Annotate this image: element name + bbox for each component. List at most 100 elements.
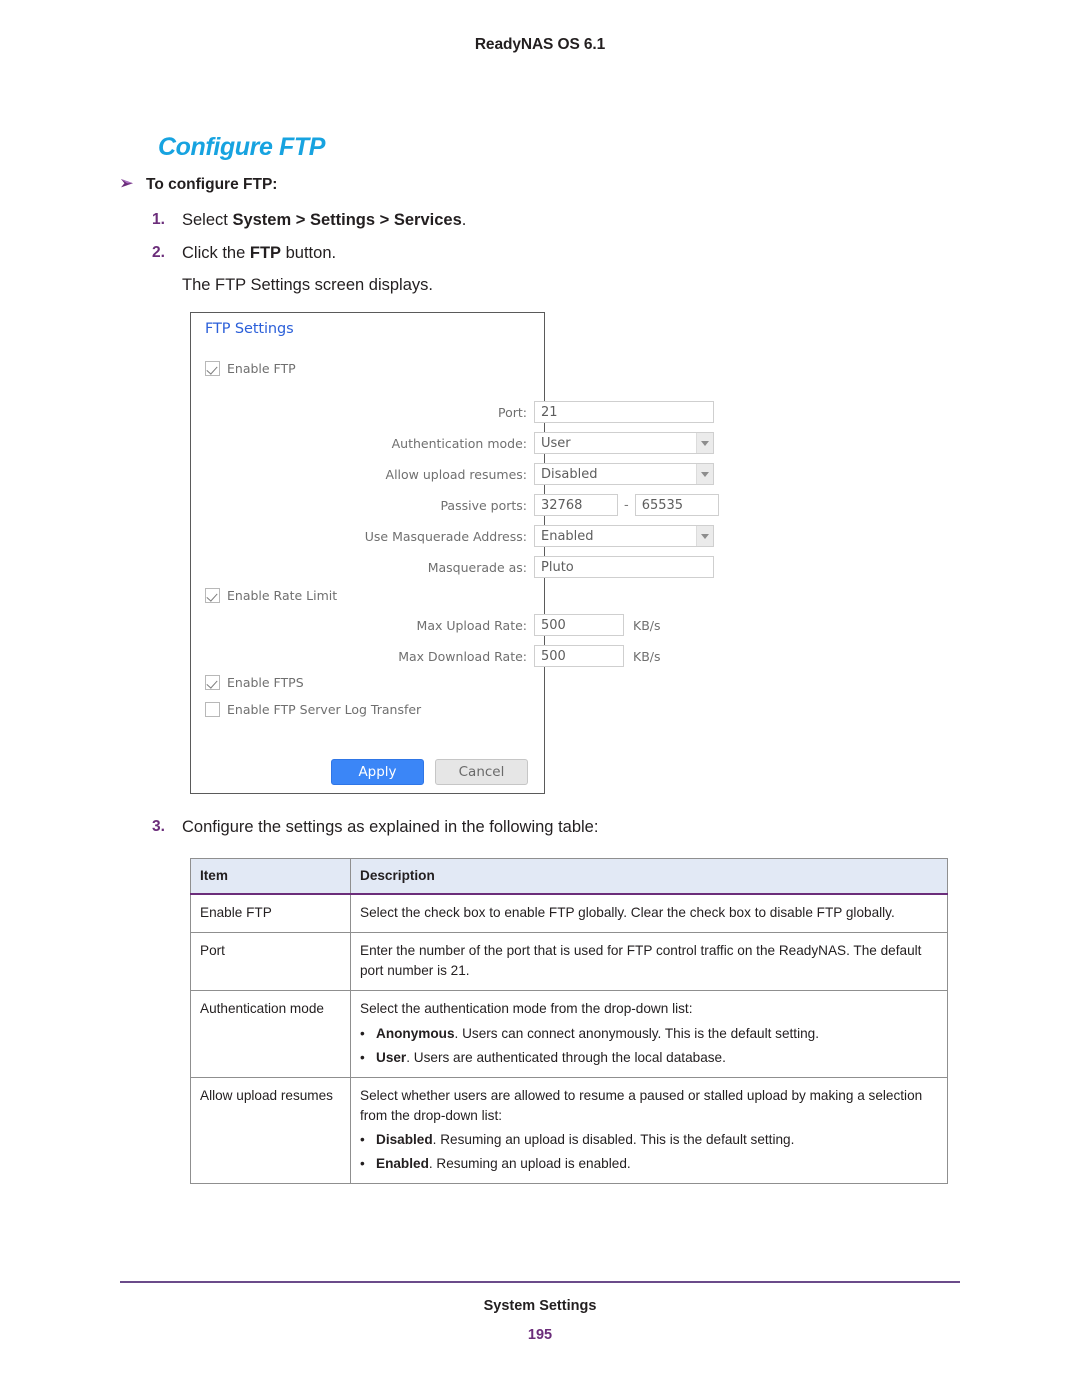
authentication-mode-value: User (541, 435, 571, 451)
enable-ftp-label: Enable FTP (227, 361, 296, 376)
masquerade-as-row: Masquerade as: Pluto (191, 556, 714, 578)
use-masquerade-address-select[interactable]: Enabled (534, 525, 714, 547)
authentication-mode-select[interactable]: User (534, 432, 714, 454)
allow-upload-resumes-value: Disabled (541, 466, 598, 482)
panel-button-row: Apply Cancel (331, 759, 528, 785)
table-row: Allow upload resumes Select whether users… (190, 1076, 948, 1185)
passive-ports-dash: - (624, 497, 629, 513)
port-row: Port: 21 (191, 401, 714, 423)
enable-ftp-server-log-transfer-checkbox-row[interactable]: Enable FTP Server Log Transfer (205, 702, 421, 717)
step-2-bold: FTP (249, 244, 282, 262)
use-masquerade-address-value: Enabled (541, 528, 594, 544)
allow-upload-resumes-row: Allow upload resumes: Disabled (191, 463, 714, 485)
ftp-settings-panel: FTP Settings Enable FTP Port: 21 Authent… (190, 312, 719, 794)
list-item: • User. Users are authenticated through t… (360, 1048, 938, 1068)
table-row: Authentication mode Select the authentica… (190, 990, 948, 1078)
port-label: Port: (498, 404, 527, 420)
step-1-pre: Select (182, 211, 233, 229)
list-item-text: Enabled. Resuming an upload is enabled. (376, 1156, 631, 1172)
description-text: Select the authentication mode from the … (360, 1001, 693, 1017)
max-download-rate-unit: KB/s (633, 648, 661, 664)
max-download-rate-label: Max Download Rate: (398, 648, 527, 664)
allow-upload-resumes-control[interactable]: Disabled (534, 463, 714, 485)
table-header-description: Description (350, 858, 948, 896)
max-upload-rate-input[interactable]: 500 (534, 614, 624, 636)
allow-upload-resumes-select[interactable]: Disabled (534, 463, 714, 485)
enable-rate-limit-checkbox[interactable] (205, 588, 220, 603)
enable-ftp-server-log-transfer-checkbox[interactable] (205, 702, 220, 717)
authentication-mode-row: Authentication mode: User (191, 432, 714, 454)
bullet-icon: • (360, 1025, 365, 1041)
port-input[interactable]: 21 (534, 401, 714, 423)
table-header-item: Item (190, 858, 351, 896)
authentication-mode-control[interactable]: User (534, 432, 714, 454)
description-bullet-list: • Disabled. Resuming an upload is disable… (360, 1130, 938, 1174)
enable-ftp-server-log-transfer-label: Enable FTP Server Log Transfer (227, 702, 422, 717)
table-cell-item: Enable FTP (190, 893, 351, 934)
use-masquerade-address-row: Use Masquerade Address: Enabled (191, 525, 714, 547)
description-text: Select the check box to enable FTP globa… (360, 905, 895, 921)
masquerade-as-control[interactable]: Pluto (534, 556, 714, 578)
table-cell-description: Enter the number of the port that is use… (350, 932, 948, 992)
step-1-number: 1. (152, 211, 165, 228)
list-item-text: Disabled. Resuming an upload is disabled… (376, 1131, 795, 1147)
table-cell-item: Allow upload resumes (190, 1076, 351, 1185)
step-2-pre: Click the (182, 244, 250, 262)
footer-page-number: 195 (527, 1327, 553, 1343)
running-header: ReadyNAS OS 6.1 (474, 36, 606, 53)
footer-title: System Settings (483, 1298, 597, 1314)
passive-ports-from-input[interactable]: 32768 (534, 494, 618, 516)
step-1-post: . (461, 211, 467, 229)
max-upload-rate-row: Max Upload Rate: 500 KB/s (191, 614, 661, 636)
step-2-note: The FTP Settings screen displays. (182, 275, 433, 297)
step-1: 1. Select System > Settings > Services. (152, 210, 466, 232)
allow-upload-resumes-label: Allow upload resumes: (385, 466, 527, 482)
passive-ports-to-input[interactable]: 65535 (634, 494, 719, 516)
list-item-term: User (376, 1049, 407, 1065)
enable-ftp-checkbox-row[interactable]: Enable FTP (205, 361, 296, 376)
passive-ports-label: Passive ports: (440, 497, 527, 513)
passive-ports-control[interactable]: 32768 - 65535 (534, 494, 719, 516)
footer-divider (120, 1281, 960, 1283)
enable-ftps-checkbox[interactable] (205, 675, 220, 690)
table-cell-description: Select whether users are allowed to resu… (350, 1076, 948, 1185)
chevron-down-icon[interactable] (696, 526, 713, 546)
masquerade-as-label: Masquerade as: (427, 559, 527, 575)
port-control[interactable]: 21 (534, 401, 714, 423)
table-row: Enable FTP Select the check box to enable… (190, 893, 948, 934)
authentication-mode-label: Authentication mode: (391, 435, 527, 451)
apply-button[interactable]: Apply (331, 759, 424, 785)
step-3-text: Configure the settings as explained in t… (182, 818, 599, 836)
ftp-settings-title: FTP Settings (205, 321, 294, 337)
description-text: Enter the number of the port that is use… (360, 943, 922, 979)
enable-ftps-checkbox-row[interactable]: Enable FTPS (205, 675, 304, 690)
table-cell-description: Select the check box to enable FTP globa… (350, 893, 948, 934)
max-upload-rate-control[interactable]: 500 KB/s (534, 614, 661, 636)
max-download-rate-control[interactable]: 500 KB/s (534, 645, 661, 667)
table-body: Enable FTP Select the check box to enable… (190, 893, 948, 1185)
chevron-down-icon[interactable] (696, 464, 713, 484)
step-2-text: Click the FTP button. (182, 243, 336, 265)
list-item-term: Disabled (376, 1131, 433, 1147)
table-row: Port Enter the number of the port that is… (190, 932, 948, 992)
bullet-icon: • (360, 1049, 365, 1065)
masquerade-as-input[interactable]: Pluto (534, 556, 714, 578)
enable-rate-limit-checkbox-row[interactable]: Enable Rate Limit (205, 588, 337, 603)
table-cell-description: Select the authentication mode from the … (350, 990, 948, 1078)
list-item-term: Enabled (376, 1156, 429, 1172)
max-upload-rate-unit: KB/s (633, 617, 661, 633)
table-cell-item: Port (190, 932, 351, 992)
list-item-text: User. Users are authenticated through th… (376, 1049, 726, 1065)
page-title: Configure FTP (158, 133, 326, 161)
step-3: 3. Configure the settings as explained i… (152, 817, 598, 839)
enable-ftp-checkbox[interactable] (205, 361, 220, 376)
arrow-bullet-icon (120, 177, 136, 190)
max-download-rate-input[interactable]: 500 (534, 645, 624, 667)
step-2-post: button. (281, 244, 337, 262)
use-masquerade-address-control[interactable]: Enabled (534, 525, 714, 547)
chevron-down-icon[interactable] (696, 433, 713, 453)
description-bullet-list: • Anonymous. Users can connect anonymousl… (360, 1024, 938, 1068)
max-download-rate-row: Max Download Rate: 500 KB/s (191, 645, 661, 667)
list-item-text: Anonymous. Users can connect anonymously… (376, 1025, 819, 1041)
cancel-button[interactable]: Cancel (435, 759, 528, 785)
